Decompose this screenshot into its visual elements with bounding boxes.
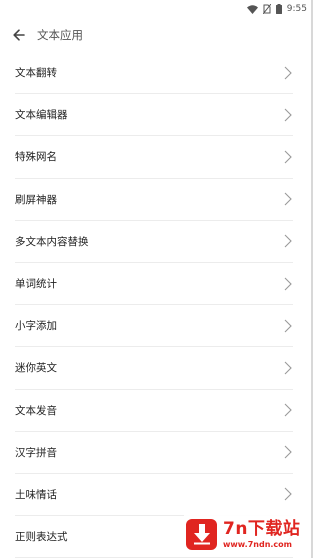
status-bar: 9:55 <box>0 0 313 18</box>
no-sim-icon <box>262 4 271 14</box>
chevron-right-icon <box>283 444 293 460</box>
list-item[interactable]: 土味情话 <box>15 474 293 517</box>
tool-list: 文本翻转 文本编辑器 特殊网名 刷屏神器 多文本内容替换 单词统计 小字添加 迷… <box>0 52 313 558</box>
page-title: 文本应用 <box>37 28 83 42</box>
chevron-right-icon <box>283 402 293 418</box>
list-item[interactable]: 汉字拼音 <box>15 432 293 474</box>
chevron-right-icon <box>283 360 293 376</box>
app-header: 文本应用 <box>0 18 313 52</box>
list-item-label: 土味情话 <box>15 488 57 501</box>
download-icon <box>186 518 217 550</box>
list-item-label: 迷你英文 <box>15 362 57 375</box>
wifi-icon <box>246 4 258 14</box>
list-item[interactable]: 文本编辑器 <box>15 94 293 137</box>
list-item-label: 小字添加 <box>15 320 57 333</box>
list-item[interactable]: 文本发音 <box>15 390 293 432</box>
list-item-label: 文本编辑器 <box>15 109 68 122</box>
chevron-right-icon <box>283 233 293 249</box>
list-item-label: 单词统计 <box>15 278 57 291</box>
chevron-right-icon <box>283 65 293 81</box>
list-item-label: 正则表达式 <box>15 531 68 544</box>
site-watermark: 7n下载站 www.7ndn.com <box>184 512 310 556</box>
list-item[interactable]: 刷屏神器 <box>15 179 293 221</box>
list-item[interactable]: 单词统计 <box>15 263 293 306</box>
window-edge <box>311 0 313 558</box>
list-item[interactable]: 迷你英文 <box>15 347 293 390</box>
battery-icon <box>275 4 282 14</box>
list-item[interactable]: 文本翻转 <box>15 52 293 95</box>
watermark-url: www.7ndn.com <box>223 539 292 549</box>
list-item[interactable]: 小字添加 <box>15 305 293 348</box>
chevron-right-icon <box>283 276 293 292</box>
chevron-right-icon <box>283 318 293 334</box>
chevron-right-icon <box>283 486 293 502</box>
chevron-right-icon <box>283 107 293 123</box>
list-item[interactable]: 特殊网名 <box>15 136 293 179</box>
list-item[interactable]: 多文本内容替换 <box>15 221 293 263</box>
list-item-label: 刷屏神器 <box>15 193 57 206</box>
back-button[interactable] <box>11 27 27 43</box>
list-item-label: 汉字拼音 <box>15 446 57 459</box>
chevron-right-icon <box>283 191 293 207</box>
chevron-right-icon <box>283 149 293 165</box>
list-item-label: 文本发音 <box>15 404 57 417</box>
list-item-label: 多文本内容替换 <box>15 235 89 248</box>
status-time: 9:55 <box>286 4 307 14</box>
watermark-title: 7n下载站 <box>223 518 301 539</box>
arrow-left-icon <box>13 29 25 41</box>
list-item-label: 特殊网名 <box>15 151 57 164</box>
list-item-label: 文本翻转 <box>15 67 57 80</box>
